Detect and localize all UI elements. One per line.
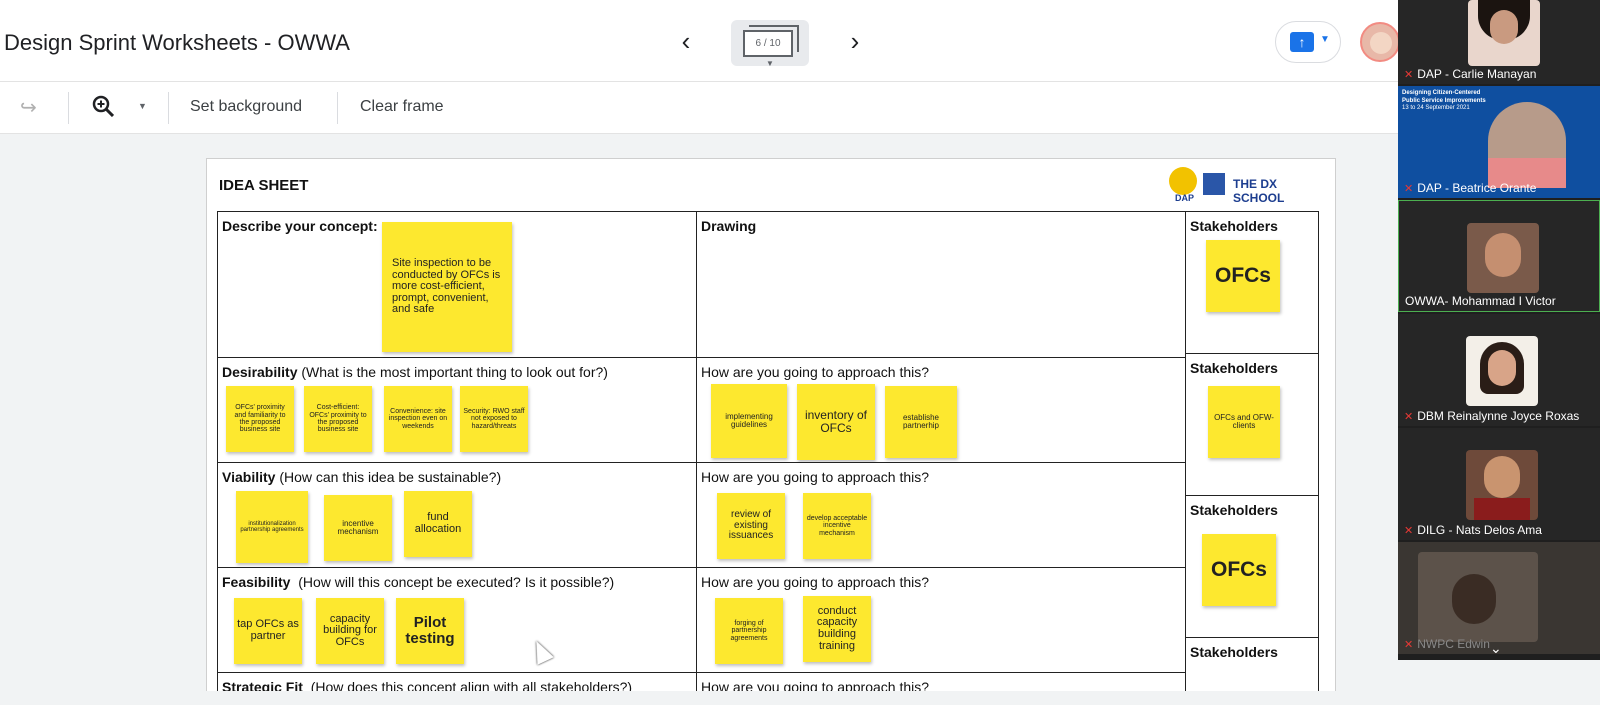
video-participants-panel: ✕ DAP - Carlie Manayan Designing Citizen-… [1398, 0, 1600, 660]
caret-down-icon: ▼ [766, 59, 774, 68]
participant-video [1468, 0, 1540, 66]
viability-approach-cell: How are you going to approach this? revi… [696, 462, 1186, 568]
toolbar-divider [168, 92, 169, 124]
sheet-title: IDEA SHEET [219, 177, 309, 194]
caret-down-icon: ▼ [1320, 34, 1330, 45]
participant-tile[interactable]: Designing Citizen-Centered Public Service… [1398, 86, 1600, 198]
sticky-note[interactable]: implementing guidelines [711, 384, 787, 458]
present-button[interactable]: ↑ ▼ [1275, 21, 1341, 63]
sticky-note[interactable]: fund allocation [404, 491, 472, 557]
concept-label: Describe your concept: [222, 218, 378, 234]
logo-group: DAP THE DX SCHOOL [1169, 167, 1329, 205]
mic-off-icon: ✕ [1404, 69, 1414, 81]
avatar[interactable] [1360, 22, 1400, 62]
sticky-note[interactable]: inventory of OFCs [797, 384, 875, 460]
dap-logo-text: DAP [1175, 193, 1195, 203]
concept-cell: Describe your concept: Site inspection t… [217, 211, 697, 358]
toolbar-divider [68, 92, 69, 124]
document-title[interactable]: Design Sprint Worksheets - OWWA [4, 30, 350, 56]
chart-logo [1203, 173, 1225, 195]
stakeholders-label: Stakeholders [1190, 218, 1278, 234]
desirability-cell: Desirability (What is the most important… [217, 357, 697, 463]
drawing-label: Drawing [701, 218, 757, 234]
chevron-right-icon[interactable]: › [842, 28, 868, 56]
participant-video [1418, 552, 1538, 642]
participant-tile[interactable]: ✕ DILG - Nats Delos Ama [1398, 428, 1600, 540]
approach-label: How are you going to approach this? [701, 469, 930, 485]
approach-label: How are you going to approach this? [701, 574, 930, 590]
sticky-note[interactable]: institutionalization partnership agreeme… [236, 491, 308, 563]
feasibility-approach-cell: How are you going to approach this? forg… [696, 567, 1186, 673]
viability-label: Viability (How can this idea be sustaina… [222, 469, 502, 485]
stakeholders-cell: Stakeholders OFCs and OFW-clients [1185, 353, 1319, 496]
participant-video [1466, 450, 1538, 520]
participant-name: ✕ DAP - Carlie Manayan [1404, 67, 1537, 81]
sticky-note[interactable]: forging of partnership agreements [715, 598, 783, 664]
mic-off-icon: ✕ [1404, 639, 1414, 651]
dx-school-logo: THE DX SCHOOL [1233, 177, 1285, 205]
sticky-note[interactable]: Cost-efficient: OFCs' proximity to the p… [304, 386, 372, 452]
stakeholders-label: Stakeholders [1190, 502, 1278, 518]
dap-logo [1169, 167, 1197, 195]
toolbar: ↪ ▼ Set background Clear frame [0, 82, 1398, 134]
top-bar: Design Sprint Worksheets - OWWA ‹ 6 / 10… [0, 0, 1400, 82]
stakeholders-label: Stakeholders [1190, 644, 1278, 660]
sticky-note[interactable]: capacity building for OFCs [316, 598, 384, 664]
sticky-note[interactable]: OFCs [1202, 534, 1276, 606]
set-background-button[interactable]: Set background [190, 98, 302, 116]
participant-name: OWWA- Mohammad I Victor [1405, 294, 1556, 308]
participant-name: ✕ NWPC Edwin [1404, 637, 1490, 651]
desirability-label: Desirability (What is the most important… [222, 364, 608, 380]
participant-tile[interactable]: ✕ DAP - Carlie Manayan [1398, 0, 1600, 84]
approach-label: How are you going to approach this? [701, 364, 930, 380]
frame-selector-button[interactable]: 6 / 10 ▼ [731, 20, 809, 68]
participant-video [1488, 102, 1566, 188]
sticky-note[interactable]: tap OFCs as partner [234, 598, 302, 664]
zoom-in-icon[interactable] [92, 95, 115, 123]
participant-tile[interactable]: ✕ NWPC Edwin [1398, 542, 1600, 654]
sticky-note[interactable]: Convenience: site inspection even on wee… [384, 386, 452, 452]
mic-off-icon: ✕ [1404, 411, 1414, 423]
sticky-note[interactable]: Pilot testing [396, 598, 464, 664]
participant-video [1466, 336, 1538, 406]
redo-icon[interactable]: ↪ [20, 95, 37, 120]
sticky-note[interactable]: Security: RWO staff not exposed to hazar… [460, 386, 528, 452]
present-icon: ↑ [1290, 32, 1314, 52]
desirability-approach-cell: How are you going to approach this? impl… [696, 357, 1186, 463]
sticky-note[interactable]: conduct capacity building training [803, 596, 871, 662]
chevron-down-icon[interactable]: ⌄ [1490, 640, 1502, 657]
sticky-note[interactable]: OFCs and OFW-clients [1208, 386, 1280, 458]
feasibility-label: Feasibility (How will this concept be ex… [222, 574, 615, 590]
sticky-note[interactable]: review of existing issuances [717, 493, 785, 559]
mic-off-icon: ✕ [1404, 183, 1414, 195]
sticky-note[interactable]: establishe partnerhip [885, 386, 957, 458]
sticky-note[interactable]: OFCs' proximity and familiarity to the p… [226, 386, 294, 452]
viability-cell: Viability (How can this idea be sustaina… [217, 462, 697, 568]
participant-tile[interactable]: ✕ DBM Reinalynne Joyce Roxas [1398, 314, 1600, 426]
stakeholders-label: Stakeholders [1190, 360, 1278, 376]
bottom-strip [0, 691, 1600, 705]
caret-down-icon[interactable]: ▼ [138, 101, 147, 111]
stakeholders-cell: Stakeholders OFCs [1185, 495, 1319, 638]
drawing-cell: Drawing [696, 211, 1186, 358]
sticky-note[interactable]: incentive mechanism [324, 495, 392, 561]
idea-sheet-canvas[interactable]: IDEA SHEET DAP THE DX SCHOOL Describe yo… [206, 158, 1336, 705]
mic-off-icon: ✕ [1404, 525, 1414, 537]
slide-banner: Designing Citizen-Centered Public Service… [1402, 90, 1486, 111]
participant-name: ✕ DAP - Beatrice Orante [1404, 181, 1537, 195]
participant-name: ✕ DBM Reinalynne Joyce Roxas [1404, 409, 1580, 423]
feasibility-cell: Feasibility (How will this concept be ex… [217, 567, 697, 673]
participant-name: ✕ DILG - Nats Delos Ama [1404, 523, 1542, 537]
clear-frame-button[interactable]: Clear frame [360, 98, 444, 116]
participant-video [1467, 223, 1539, 293]
sticky-note[interactable]: OFCs [1206, 240, 1280, 312]
sticky-note[interactable]: Site inspection to be conducted by OFCs … [382, 222, 512, 352]
toolbar-divider [337, 92, 338, 124]
chevron-left-icon[interactable]: ‹ [673, 28, 699, 56]
participant-tile-active-speaker[interactable]: OWWA- Mohammad I Victor [1398, 200, 1600, 312]
stakeholders-cell: Stakeholders OFCs [1185, 211, 1319, 354]
frame-counter-label: 6 / 10 [743, 30, 793, 57]
sticky-note[interactable]: develop acceptable incentive mechanism [803, 493, 871, 559]
